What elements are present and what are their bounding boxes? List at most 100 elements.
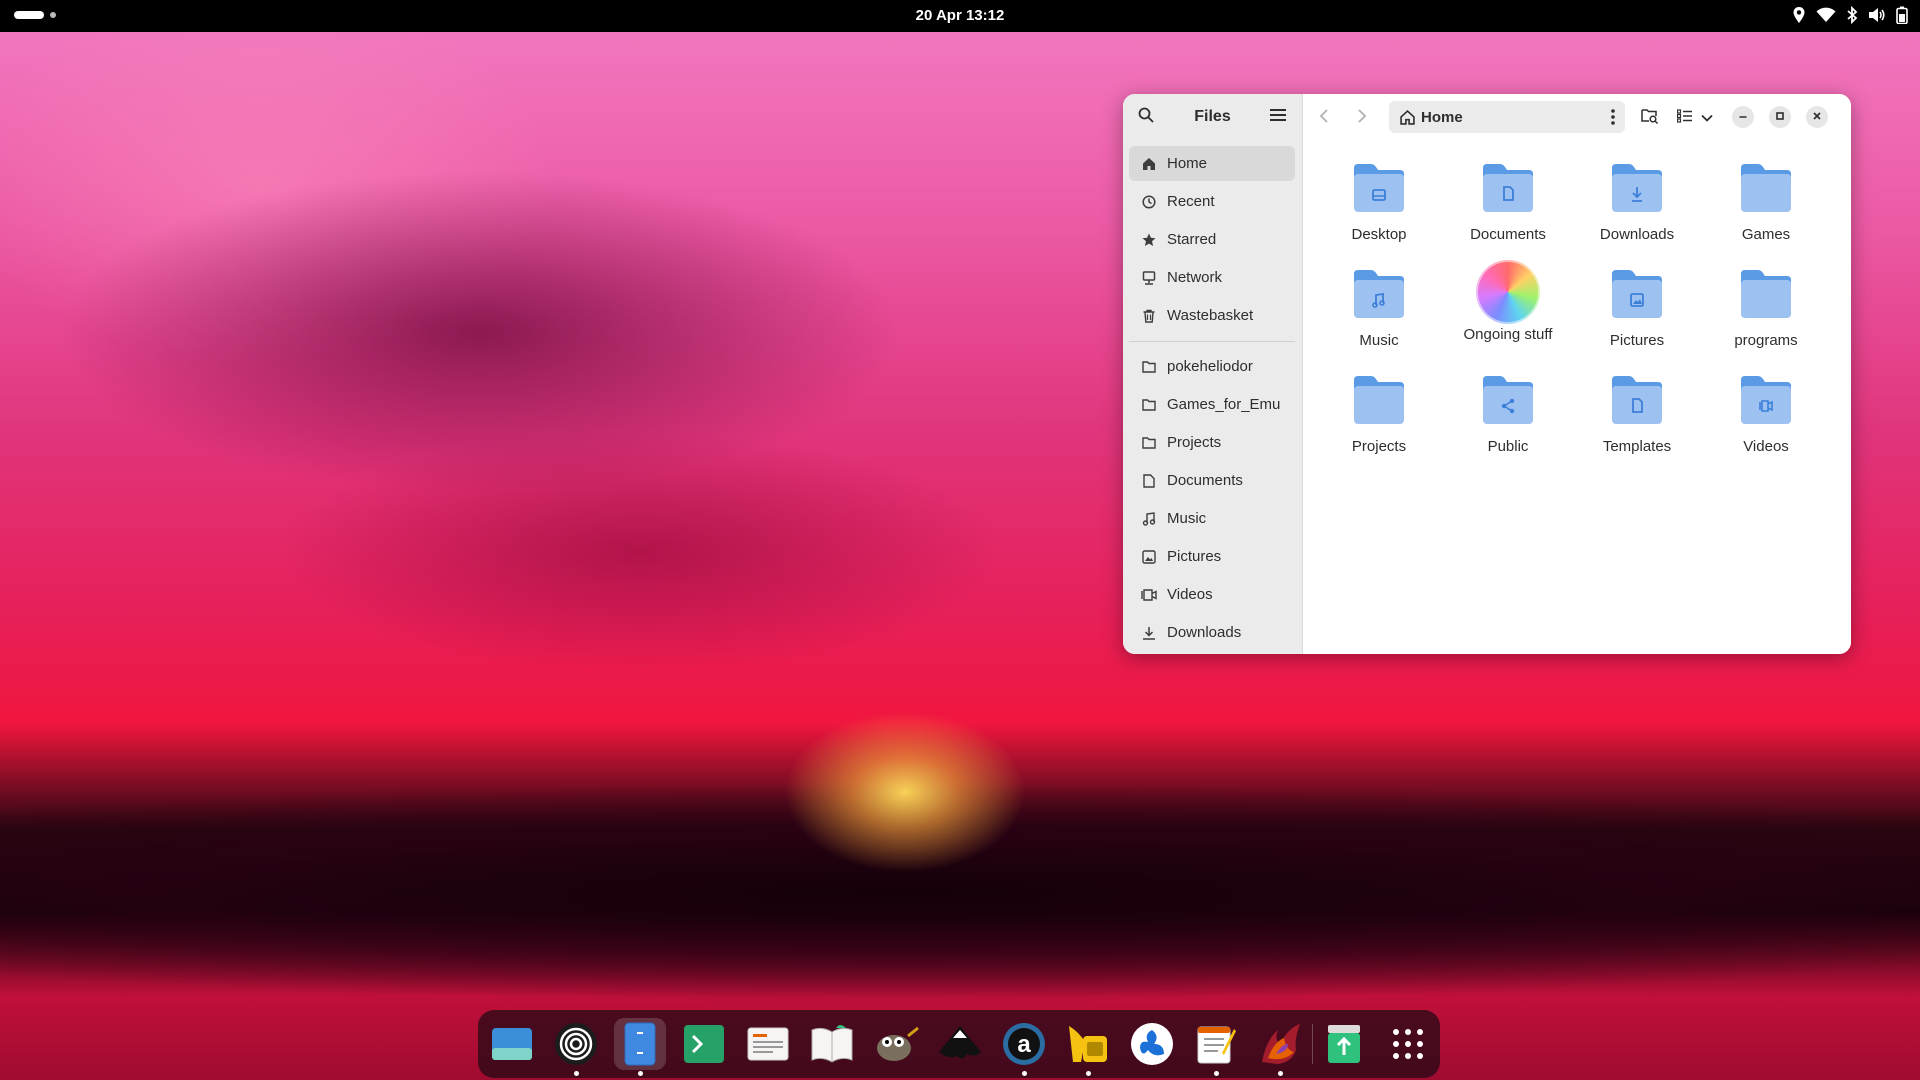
- sidebar-item-videos[interactable]: Videos: [1129, 577, 1295, 612]
- folder-icon: [1351, 160, 1407, 216]
- folder-projects[interactable]: Projects: [1319, 372, 1439, 455]
- text-editor-app-icon[interactable]: [1190, 1018, 1242, 1076]
- minimize-icon: [1738, 108, 1748, 126]
- files-drawer-app-icon[interactable]: [486, 1018, 538, 1070]
- sidebar-item-pictures[interactable]: Pictures: [1129, 539, 1295, 574]
- folder-icon: [1738, 160, 1794, 216]
- running-indicator: [638, 1071, 643, 1076]
- folder-ongoing-stuff[interactable]: Ongoing stuff: [1448, 260, 1568, 343]
- sidebar-item-label: Home: [1167, 155, 1208, 172]
- video-icon: [1141, 587, 1157, 603]
- view-list-button[interactable]: [1673, 106, 1697, 130]
- dock: a: [478, 1010, 1440, 1078]
- network-icon: [1141, 270, 1157, 286]
- folder-music[interactable]: Music: [1319, 266, 1439, 349]
- sidebar-item-home[interactable]: Home: [1129, 146, 1295, 181]
- folder-icon: [1609, 160, 1665, 216]
- path-current-location[interactable]: Home: [1421, 109, 1463, 126]
- recycle-app-icon[interactable]: [1318, 1018, 1370, 1070]
- folder-label: Pictures: [1609, 332, 1665, 349]
- inkscape-app-icon[interactable]: [934, 1018, 986, 1070]
- sidebar-item-label: Network: [1167, 269, 1223, 286]
- folder-public[interactable]: Public: [1448, 372, 1568, 455]
- show-apps-button[interactable]: [1382, 1018, 1434, 1070]
- folder-icon: [1351, 372, 1407, 428]
- running-indicator: [1214, 1071, 1219, 1076]
- view-options-button[interactable]: [1695, 106, 1719, 130]
- ebook-reader-app-icon[interactable]: [806, 1018, 858, 1070]
- sidebar-item-games-for-emu[interactable]: Games_for_Emu: [1129, 387, 1295, 422]
- show-apps-icon: [1393, 1029, 1423, 1059]
- path-bar[interactable]: Home: [1389, 101, 1625, 133]
- chevron-right-icon: [1357, 108, 1367, 128]
- folder-desktop[interactable]: Desktop: [1319, 160, 1439, 243]
- more-vertical-icon: [1611, 109, 1615, 125]
- sidebar-item-recent[interactable]: Recent: [1129, 184, 1295, 219]
- home-icon: [1400, 109, 1415, 125]
- system-tray[interactable]: [1792, 6, 1908, 24]
- running-indicator: [1086, 1071, 1091, 1076]
- folder-pictures[interactable]: Pictures: [1577, 266, 1697, 349]
- sidebar-item-network[interactable]: Network: [1129, 260, 1295, 295]
- folder-games[interactable]: Games: [1706, 160, 1826, 243]
- flathub-app-icon[interactable]: [1126, 1018, 1178, 1070]
- folder-label: Downloads: [1599, 226, 1675, 243]
- maximize-button[interactable]: [1769, 106, 1791, 128]
- files-app-icon[interactable]: [614, 1018, 666, 1076]
- sidebar-item-starred[interactable]: Starred: [1129, 222, 1295, 257]
- music-player-app-icon[interactable]: [1062, 1018, 1114, 1076]
- list-view-icon: [1676, 108, 1693, 128]
- main-menu-button[interactable]: [1266, 105, 1290, 129]
- clock-icon: [1141, 194, 1157, 210]
- sidebar-item-documents[interactable]: Documents: [1129, 463, 1295, 498]
- sidebar-item-label: Starred: [1167, 231, 1217, 248]
- picture-icon: [1141, 549, 1157, 565]
- terminal-app-icon[interactable]: [678, 1018, 730, 1070]
- path-menu-button[interactable]: [1611, 109, 1615, 130]
- sidebar-item-label: Projects: [1167, 434, 1222, 451]
- podcasts-app-icon[interactable]: [550, 1018, 602, 1076]
- folder-label: Templates: [1602, 438, 1672, 455]
- close-button[interactable]: [1806, 106, 1828, 128]
- folder-label: Videos: [1743, 438, 1789, 455]
- sidebar-item-label: Pictures: [1167, 548, 1222, 565]
- news-reader-app-icon[interactable]: [742, 1018, 794, 1070]
- home-icon: [1141, 156, 1157, 172]
- folder-downloads[interactable]: Downloads: [1577, 160, 1697, 243]
- audacious-app-icon[interactable]: a: [998, 1018, 1050, 1076]
- folder-search-icon: [1641, 108, 1659, 129]
- sidebar-item-label: Wastebasket: [1167, 307, 1254, 324]
- clock[interactable]: 20 Apr 13:12: [0, 7, 1920, 24]
- folder-icon: [1609, 372, 1665, 428]
- folder-label: Desktop: [1351, 226, 1407, 243]
- chevron-left-icon: [1319, 108, 1329, 128]
- folder-icon: [1141, 359, 1157, 375]
- sidebar-item-pokeheliodor[interactable]: pokeheliodor: [1129, 349, 1295, 384]
- sidebar-item-music[interactable]: Music: [1129, 501, 1295, 536]
- sidebar-item-label: Recent: [1167, 193, 1215, 210]
- browser-app-icon[interactable]: [1254, 1018, 1306, 1076]
- close-icon: [1812, 108, 1822, 126]
- back-button[interactable]: [1312, 106, 1336, 130]
- minimize-button[interactable]: [1732, 106, 1754, 128]
- sidebar-item-wastebasket[interactable]: Wastebasket: [1129, 298, 1295, 333]
- sidebar-item-projects[interactable]: Projects: [1129, 425, 1295, 460]
- sidebar-item-label: Downloads: [1167, 624, 1242, 641]
- folder-videos[interactable]: Videos: [1706, 372, 1826, 455]
- chevron-down-icon: [1701, 109, 1713, 127]
- running-indicator: [1022, 1071, 1027, 1076]
- sidebar-item-downloads[interactable]: Downloads: [1129, 615, 1295, 650]
- gimp-app-icon[interactable]: [870, 1018, 922, 1070]
- volume-icon: [1868, 7, 1886, 23]
- star-icon: [1141, 232, 1157, 248]
- sidebar-item-label: Documents: [1167, 472, 1243, 489]
- folder-label: Ongoing stuff: [1463, 326, 1553, 343]
- maximize-icon: [1775, 108, 1785, 126]
- running-indicator: [1278, 1071, 1283, 1076]
- folder-documents[interactable]: Documents: [1448, 160, 1568, 243]
- folder-programs[interactable]: programs: [1706, 266, 1826, 349]
- forward-button[interactable]: [1350, 106, 1374, 130]
- folder-templates[interactable]: Templates: [1577, 372, 1697, 455]
- folder-label: Documents: [1470, 226, 1546, 243]
- search-location-button[interactable]: [1638, 106, 1662, 130]
